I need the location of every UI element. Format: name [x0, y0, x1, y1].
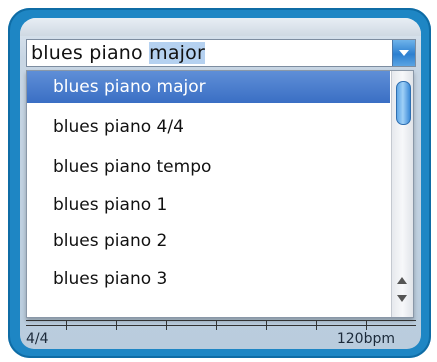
- list-item-label: blues piano 4/4: [53, 117, 184, 137]
- search-input-text: blues piano: [31, 42, 150, 64]
- vertical-scrollbar[interactable]: [391, 71, 413, 317]
- tempo-label: 120bpm: [336, 331, 395, 347]
- search-input[interactable]: blues piano major: [31, 42, 205, 64]
- window-content: blues piano major blues piano major blue…: [20, 18, 421, 349]
- list-item[interactable]: blues piano 3: [27, 263, 390, 295]
- suggestion-list[interactable]: blues piano major blues piano 4/4 blues …: [26, 70, 414, 318]
- chevron-down-icon: [399, 50, 409, 56]
- list-item[interactable]: blues piano tempo: [27, 151, 390, 183]
- status-bar: 4/4 120bpm: [20, 330, 421, 349]
- list-item[interactable]: blues piano major: [27, 71, 390, 103]
- scroll-down-icon[interactable]: [397, 295, 407, 302]
- list-item[interactable]: blues piano 4/4: [27, 111, 390, 143]
- search-input-selected-text: major: [149, 42, 205, 64]
- list-item-label: blues piano 1: [53, 195, 168, 215]
- scrollbar-thumb[interactable]: [396, 81, 411, 125]
- list-item[interactable]: blues piano 1: [27, 189, 390, 221]
- title-strip: [20, 18, 421, 36]
- list-item[interactable]: blues piano 2: [27, 225, 390, 257]
- list-item-label: blues piano tempo: [53, 157, 212, 177]
- search-combobox[interactable]: blues piano major: [26, 39, 416, 67]
- dropdown-toggle-button[interactable]: [392, 40, 415, 66]
- time-signature: 4/4: [26, 331, 49, 347]
- list-item-label: blues piano 3: [53, 269, 168, 289]
- list-item-label: blues piano 2: [53, 231, 168, 251]
- scroll-up-icon[interactable]: [397, 277, 407, 284]
- list-item-label: blues piano major: [53, 77, 206, 97]
